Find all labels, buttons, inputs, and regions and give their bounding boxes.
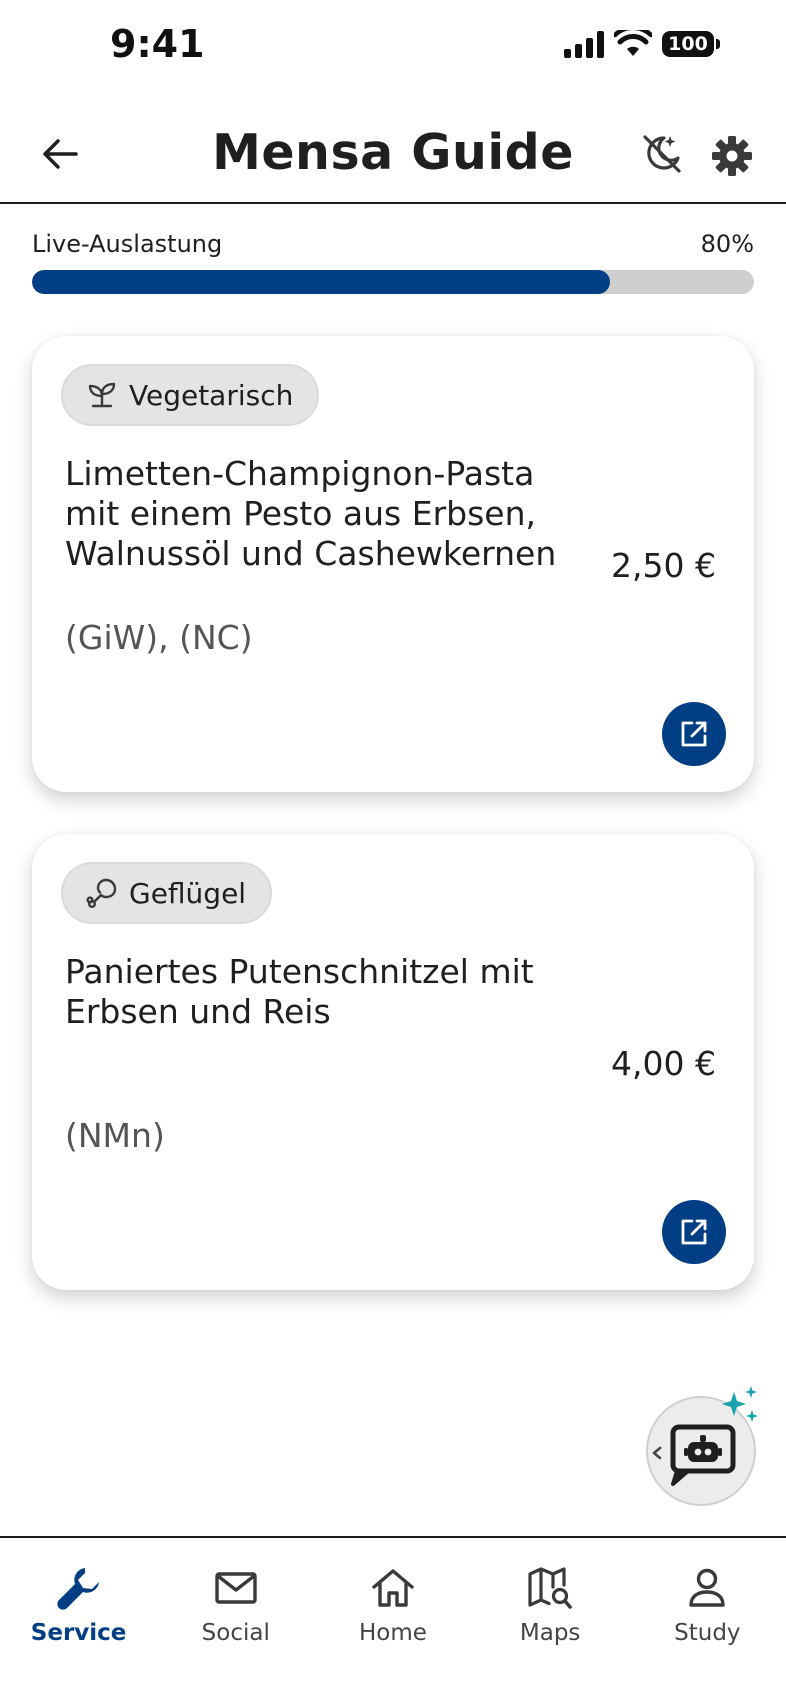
nav-item-service[interactable]: Service [0, 1538, 157, 1704]
theme-toggle-button[interactable] [636, 128, 688, 180]
wrench-icon [56, 1568, 99, 1610]
nav-label: Social [201, 1620, 270, 1646]
nav-label: Service [30, 1620, 127, 1646]
gear-icon [712, 136, 752, 176]
map-search-icon [528, 1567, 572, 1609]
person-icon [689, 1568, 726, 1607]
meal-name: Limetten-Champignon-Pasta mit einem Pest… [65, 454, 557, 573]
open-details-button[interactable] [662, 702, 726, 766]
nav-label: Study [674, 1620, 741, 1646]
open-details-button[interactable] [662, 1200, 726, 1264]
meal-price: 4,00 € [611, 1044, 716, 1083]
nav-item-home[interactable]: Home [314, 1538, 471, 1704]
occupancy-progress-fill [32, 270, 610, 294]
app-header: Mensa Guide [0, 104, 786, 204]
occupancy-percent: 80% [700, 230, 754, 258]
meal-card[interactable]: Geflügel Paniertes Putenschnitzel mit Er… [32, 834, 754, 1290]
nav-item-study[interactable]: Study [629, 1538, 786, 1704]
dark-mode-off-icon [643, 135, 681, 173]
status-time: 9:41 [110, 22, 205, 66]
mail-icon [215, 1572, 257, 1604]
meal-name: Paniertes Putenschnitzel mit Erbsen und … [65, 952, 534, 1031]
status-icons: 100 [564, 30, 720, 58]
meal-price: 2,50 € [611, 546, 716, 585]
nav-label: Maps [519, 1620, 581, 1646]
occupancy-progress-bar [32, 270, 754, 294]
chatbot-button[interactable] [646, 1386, 758, 1506]
status-bar: 9:41 100 [0, 0, 786, 96]
cellular-signal-icon [564, 30, 604, 58]
drumstick-icon [86, 878, 117, 909]
meal-category-label: Vegetarisch [129, 378, 294, 412]
meal-category-label: Geflügel [129, 876, 247, 910]
home-icon [372, 1569, 414, 1607]
plant-icon [88, 382, 116, 408]
meal-card[interactable]: Vegetarisch Limetten-Champignon-Pasta mi… [32, 336, 754, 792]
meal-category-tag: Vegetarisch [61, 364, 320, 426]
open-external-icon [681, 1219, 707, 1245]
wifi-icon [614, 30, 652, 56]
meal-category-tag: Geflügel [61, 862, 273, 924]
open-external-icon [681, 721, 707, 747]
nav-item-maps[interactable]: Maps [472, 1538, 629, 1704]
battery-icon: 100 [662, 31, 720, 57]
settings-button[interactable] [706, 130, 758, 182]
sparkle-icon [722, 1386, 758, 1422]
nav-item-social[interactable]: Social [157, 1538, 314, 1704]
occupancy-label: Live-Auslastung [32, 230, 223, 258]
meal-allergens: (GiW), (NC) [65, 618, 253, 657]
live-occupancy: Live-Auslastung 80% [32, 230, 754, 294]
bottom-navigation: Service Social Home Maps Study [0, 1536, 786, 1704]
meal-allergens: (NMn) [65, 1116, 165, 1155]
nav-label: Home [359, 1620, 427, 1646]
